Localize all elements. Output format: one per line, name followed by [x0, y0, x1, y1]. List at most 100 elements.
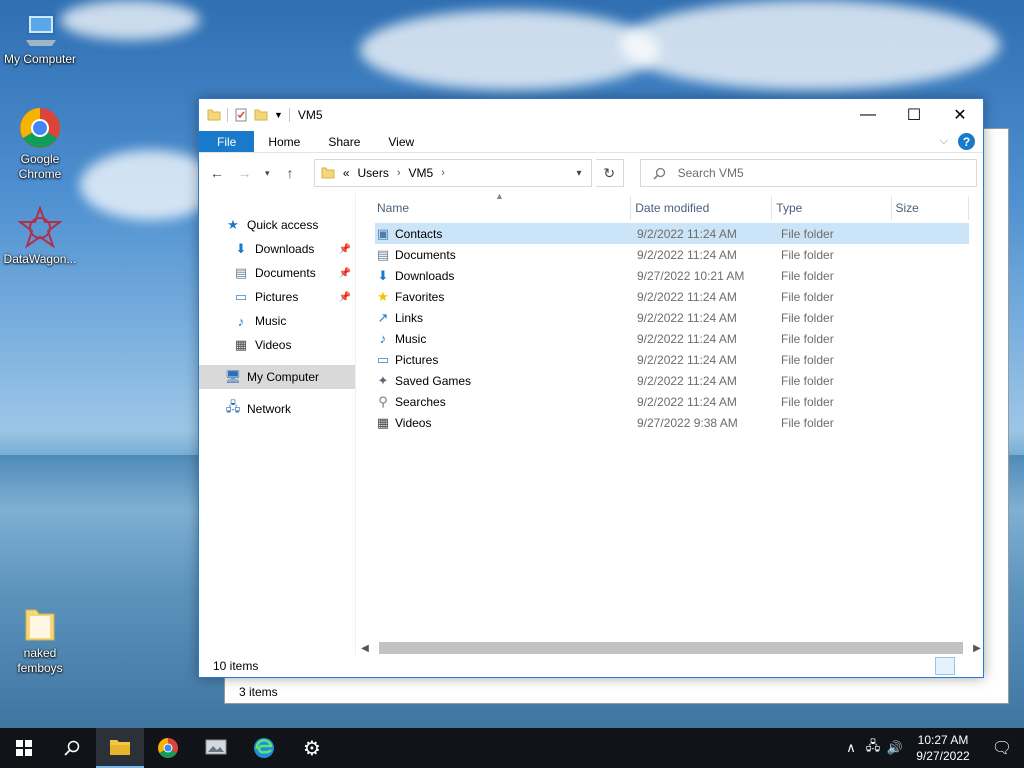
- address-dropdown-icon[interactable]: ▾: [567, 168, 591, 179]
- breadcrumb-vm5[interactable]: VM5: [409, 166, 434, 180]
- breadcrumb-chevron-icon[interactable]: ›: [441, 167, 445, 179]
- pin-icon[interactable]: 📌: [339, 292, 351, 303]
- nav-item-network[interactable]: 🖧 Network: [199, 397, 355, 421]
- forward-arrow-icon[interactable]: →: [233, 161, 257, 185]
- scroll-left-icon[interactable]: ◀: [359, 643, 371, 654]
- pin-icon[interactable]: 📌: [339, 268, 351, 279]
- star-icon: ★: [227, 217, 239, 232]
- column-header-size[interactable]: Size: [892, 196, 969, 220]
- tab-share[interactable]: Share: [314, 131, 374, 152]
- new-folder-icon[interactable]: [254, 108, 268, 122]
- file-type: File folder: [781, 415, 834, 430]
- column-header-date[interactable]: Date modified: [631, 196, 773, 220]
- chrome-icon: [158, 738, 178, 758]
- scrollbar-thumb[interactable]: [379, 642, 963, 654]
- nav-item-videos[interactable]: ▦ Videos: [199, 333, 355, 357]
- maximize-button[interactable]: ☐: [891, 99, 937, 131]
- file-row[interactable]: ▣ Contacts 9/2/2022 11:24 AM File folder: [375, 223, 969, 244]
- nav-item-my-computer[interactable]: 🖥 My Computer: [199, 365, 355, 389]
- app-taskbar-button[interactable]: [192, 728, 240, 768]
- edge-taskbar-button[interactable]: [240, 728, 288, 768]
- nav-item-label: Network: [247, 402, 292, 416]
- scroll-right-icon[interactable]: ▶: [971, 643, 983, 654]
- file-type: File folder: [781, 373, 834, 388]
- desktop-icon-chrome[interactable]: Google Chrome: [0, 106, 80, 182]
- tab-view[interactable]: View: [374, 131, 428, 152]
- network-icon[interactable]: 🖧: [862, 737, 884, 759]
- minimize-button[interactable]: —: [845, 99, 891, 131]
- details-view-button[interactable]: [935, 657, 955, 675]
- wallpaper-cloud: [620, 0, 1000, 90]
- file-date: 9/2/2022 11:24 AM: [637, 373, 737, 388]
- desktop-icon-datawagon[interactable]: DataWagon...: [0, 206, 80, 267]
- file-name: Downloads: [395, 268, 455, 283]
- file-row[interactable]: ↗ Links 9/2/2022 11:24 AM File folder: [375, 307, 969, 328]
- file-row[interactable]: ▭ Pictures 9/2/2022 11:24 AM File folder: [375, 349, 969, 370]
- breadcrumb-chevron-icon[interactable]: ›: [397, 167, 401, 179]
- chevron-up-icon[interactable]: ∧: [840, 740, 862, 756]
- file-row[interactable]: ✦ Saved Games 9/2/2022 11:24 AM File fold…: [375, 370, 969, 391]
- customize-toolbar-icon[interactable]: ▼: [274, 110, 283, 120]
- refresh-button[interactable]: ↻: [595, 159, 624, 187]
- file-row[interactable]: ⚲ Searches 9/2/2022 11:24 AM File folder: [375, 391, 969, 412]
- navigation-pane[interactable]: ★ Quick access ⬇ Downloads 📌 ▤ Documents…: [199, 193, 356, 655]
- file-type: File folder: [781, 352, 834, 367]
- search-taskbar-button[interactable]: [48, 728, 96, 768]
- file-type: File folder: [781, 394, 834, 409]
- status-item-count: 10 items: [213, 659, 259, 673]
- column-header-type[interactable]: Type: [772, 196, 892, 220]
- volume-icon[interactable]: 🔊: [884, 740, 906, 756]
- file-row[interactable]: ▦ Videos 9/27/2022 9:38 AM File folder: [375, 412, 969, 433]
- desktop-icon-folder[interactable]: naked femboys: [0, 604, 80, 676]
- file-explorer-taskbar-button[interactable]: [96, 728, 144, 768]
- tab-home[interactable]: Home: [254, 131, 314, 152]
- breadcrumb-users[interactable]: Users: [358, 166, 389, 180]
- file-date: 9/2/2022 11:24 AM: [637, 226, 737, 241]
- windows-logo-icon: [16, 740, 32, 756]
- nav-item-music[interactable]: ♪ Music: [199, 309, 355, 333]
- nav-item-documents[interactable]: ▤ Documents 📌: [199, 261, 355, 285]
- background-status-item-count: 3 items: [239, 685, 278, 699]
- expand-ribbon-chevron-icon[interactable]: ⌵: [940, 135, 948, 148]
- start-button[interactable]: [0, 728, 48, 768]
- nav-item-label: Pictures: [255, 290, 299, 304]
- search-box[interactable]: [639, 159, 978, 187]
- file-row[interactable]: ♪ Music 9/2/2022 11:24 AM File folder: [375, 328, 969, 349]
- file-row[interactable]: ▤ Documents 9/2/2022 11:24 AM File folder: [375, 244, 969, 265]
- breadcrumb-overflow[interactable]: «: [343, 166, 350, 180]
- clock[interactable]: 10:27 AM 9/27/2022: [906, 732, 980, 764]
- file-list[interactable]: ▲ Name Date modified Type Size ▣ Contacts…: [359, 191, 969, 655]
- up-arrow-icon[interactable]: ↑: [278, 161, 302, 185]
- file-explorer-window[interactable]: ▼ VM5 — ☐ ✕ File Home Share View ⌵ ? ← →…: [198, 98, 984, 678]
- chrome-taskbar-button[interactable]: [144, 728, 192, 768]
- nav-item-downloads[interactable]: ⬇ Downloads 📌: [199, 237, 355, 261]
- pictures-icon: ▭: [376, 351, 390, 367]
- nav-item-quick-access[interactable]: ★ Quick access: [199, 213, 355, 237]
- view-toggle: [935, 657, 979, 675]
- file-row[interactable]: ★ Favorites 9/2/2022 11:24 AM File folder: [375, 286, 969, 307]
- documents-icon: ▤: [234, 265, 248, 280]
- title-bar[interactable]: ▼ VM5 — ☐ ✕: [199, 99, 983, 131]
- file-row[interactable]: ⬇ Downloads 9/27/2022 10:21 AM File folde…: [375, 265, 969, 286]
- address-bar[interactable]: « Users › VM5 › ▾: [313, 159, 592, 187]
- recent-locations-chevron-icon[interactable]: ▾: [260, 161, 274, 185]
- nav-item-pictures[interactable]: ▭ Pictures 📌: [199, 285, 355, 309]
- clock-date: 9/27/2022: [916, 749, 970, 763]
- notifications-icon[interactable]: 🗨: [980, 738, 1024, 758]
- desktop-icon-my-computer[interactable]: My Computer: [0, 10, 80, 67]
- search-input[interactable]: [675, 165, 956, 181]
- file-name: Pictures: [395, 352, 439, 367]
- file-name: Searches: [395, 394, 446, 409]
- properties-icon[interactable]: [234, 108, 248, 122]
- window-controls: — ☐ ✕: [845, 99, 983, 131]
- close-button[interactable]: ✕: [937, 99, 983, 131]
- horizontal-scrollbar[interactable]: ◀ ▶: [359, 639, 983, 657]
- tab-file[interactable]: File: [199, 131, 255, 152]
- back-arrow-icon[interactable]: ←: [205, 161, 229, 185]
- search-icon: ⚲: [378, 393, 388, 409]
- large-icons-view-button[interactable]: [959, 657, 979, 675]
- explorer-body: ★ Quick access ⬇ Downloads 📌 ▤ Documents…: [199, 191, 983, 655]
- pin-icon[interactable]: 📌: [339, 244, 351, 255]
- settings-taskbar-button[interactable]: ⚙: [288, 728, 336, 768]
- help-icon[interactable]: ?: [958, 133, 975, 150]
